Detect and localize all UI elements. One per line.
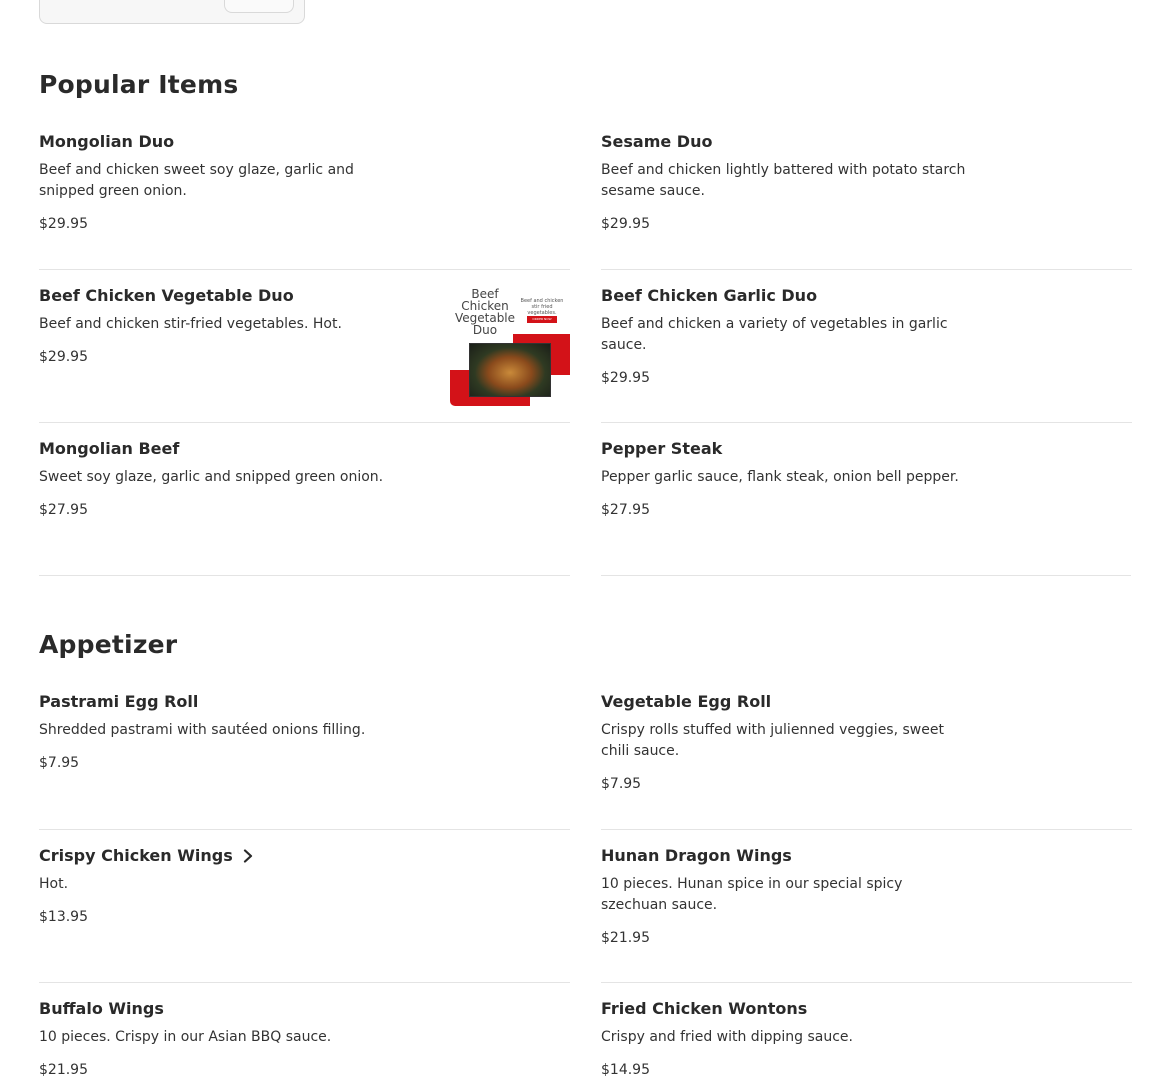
item-name: Pastrami Egg Roll	[39, 692, 199, 711]
item-price: $27.95	[601, 502, 650, 518]
item-image-title: Beef Chicken Vegetable Duo	[454, 288, 516, 337]
item-image-side-text: Beef and chicken stir fried vegetables.	[520, 298, 564, 316]
item-price: $14.95	[601, 1062, 650, 1078]
divider	[39, 575, 570, 576]
item-price: $29.95	[601, 216, 650, 232]
item-description: Crispy and fried with dipping sauce.	[601, 1029, 853, 1045]
item-description: 10 pieces. Crispy in our Asian BBQ sauce…	[39, 1029, 332, 1045]
item-price: $7.95	[39, 755, 80, 771]
item-name: Crispy Chicken Wings	[39, 846, 233, 865]
noodle-photo	[469, 343, 551, 397]
item-image[interactable]: Beef Chicken Vegetable Duo Beef and chic…	[450, 288, 570, 406]
item-price: $21.95	[601, 930, 650, 946]
item-price: $7.95	[601, 776, 642, 792]
item-description: 10 pieces. Hunan spice in our special sp…	[601, 876, 903, 913]
item-description: Beef and chicken stir-fried vegetables. …	[39, 316, 342, 332]
item-image-order-badge: ORDER NOW	[527, 316, 557, 323]
item-description: Beef and chicken sweet soy glaze, garlic…	[39, 162, 354, 199]
menu-item-mongolian-beef[interactable]: Mongolian Beef Sweet soy glaze, garlic a…	[39, 422, 570, 575]
menu-item-beef-chicken-garlic-duo[interactable]: Beef Chicken Garlic Duo Beef and chicken…	[601, 269, 1132, 422]
item-price: $29.95	[39, 216, 88, 232]
menu-item-mongolian-duo[interactable]: Mongolian Duo Beef and chicken sweet soy…	[39, 116, 570, 269]
chevron-right-icon[interactable]	[241, 848, 255, 863]
item-description: Hot.	[39, 876, 69, 892]
item-name: Beef Chicken Garlic Duo	[601, 286, 818, 305]
item-name: Sesame Duo	[601, 132, 713, 151]
previous-card-button[interactable]	[224, 0, 294, 13]
item-name-row: Crispy Chicken Wings	[39, 846, 255, 865]
item-name: Mongolian Beef	[39, 439, 180, 458]
menu-item-fried-chicken-wontons[interactable]: Fried Chicken Wontons Crispy and fried w…	[601, 982, 1132, 1082]
item-name: Hunan Dragon Wings	[601, 846, 792, 865]
divider	[601, 575, 1131, 576]
item-price: $27.95	[39, 502, 88, 518]
item-name: Pepper Steak	[601, 439, 723, 458]
menu-item-hunan-dragon-wings[interactable]: Hunan Dragon Wings 10 pieces. Hunan spic…	[601, 829, 1132, 982]
item-name: Beef Chicken Vegetable Duo	[39, 286, 294, 305]
menu-item-pepper-steak[interactable]: Pepper Steak Pepper garlic sauce, flank …	[601, 422, 1132, 575]
item-description: Crispy rolls stuffed with julienned vegg…	[601, 722, 944, 759]
item-description: Sweet soy glaze, garlic and snipped gree…	[39, 469, 384, 485]
section-title-popular-items: Popular Items	[39, 70, 239, 99]
item-description: Pepper garlic sauce, flank steak, onion …	[601, 469, 959, 485]
menu-page: Popular Items Mongolian Duo Beef and chi…	[0, 0, 1170, 1082]
item-name: Buffalo Wings	[39, 999, 164, 1018]
item-name: Mongolian Duo	[39, 132, 175, 151]
previous-card[interactable]	[39, 0, 305, 24]
item-description: Beef and chicken lightly battered with p…	[601, 162, 966, 199]
menu-item-vegetable-egg-roll[interactable]: Vegetable Egg Roll Crispy rolls stuffed …	[601, 676, 1132, 829]
item-name: Vegetable Egg Roll	[601, 692, 772, 711]
menu-item-beef-chicken-vegetable-duo[interactable]: Beef Chicken Vegetable Duo Beef and chic…	[39, 269, 570, 422]
section-title-appetizer: Appetizer	[39, 630, 178, 659]
item-price: $21.95	[39, 1062, 88, 1078]
item-description: Shredded pastrami with sautéed onions fi…	[39, 722, 366, 738]
menu-item-pastrami-egg-roll[interactable]: Pastrami Egg Roll Shredded pastrami with…	[39, 676, 570, 829]
menu-item-buffalo-wings[interactable]: Buffalo Wings 10 pieces. Crispy in our A…	[39, 982, 570, 1082]
item-price: $29.95	[601, 370, 650, 386]
menu-item-crispy-chicken-wings[interactable]: Crispy Chicken Wings Hot. $13.95	[39, 829, 570, 982]
item-price: $29.95	[39, 349, 88, 365]
item-description: Beef and chicken a variety of vegetables…	[601, 316, 948, 353]
item-name: Fried Chicken Wontons	[601, 999, 808, 1018]
menu-item-sesame-duo[interactable]: Sesame Duo Beef and chicken lightly batt…	[601, 116, 1132, 269]
item-price: $13.95	[39, 909, 88, 925]
